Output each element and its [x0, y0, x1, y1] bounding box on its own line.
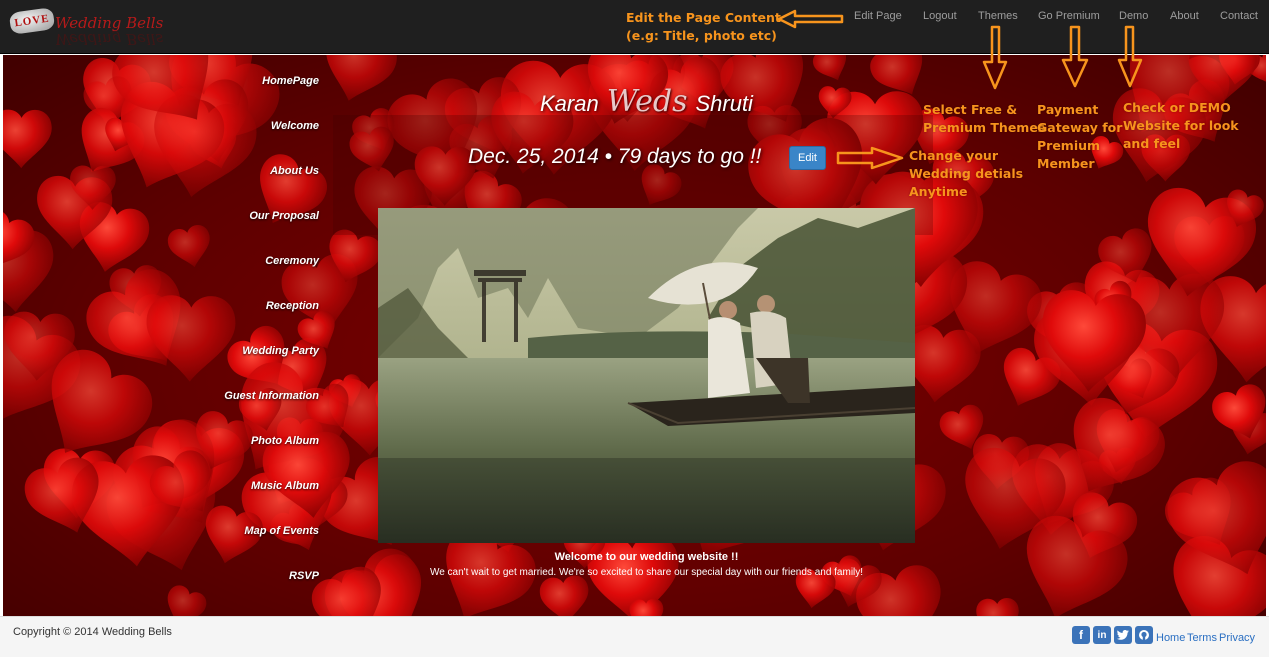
- annotation-premium-line3: Premium: [1037, 138, 1101, 153]
- annotation-demo-line1: Check or DEMO: [1123, 100, 1231, 115]
- nav-logout[interactable]: Logout: [923, 10, 957, 24]
- welcome-heading: Welcome to our wedding website !!: [554, 551, 739, 563]
- heart-decoration: [241, 147, 334, 239]
- side-menu-homepage[interactable]: HomePage: [262, 75, 319, 87]
- heart-decoration: [538, 574, 592, 616]
- annotation-edit-content: Edit the Page Content (e.g: Title, photo…: [626, 9, 781, 45]
- bride-name: Shruti: [695, 91, 753, 116]
- nav-about[interactable]: About: [1170, 10, 1199, 24]
- nav-go-premium[interactable]: Go Premium: [1038, 10, 1100, 24]
- page: LOVE Wedding Bells Wedding Bells Edit Pa…: [0, 0, 1269, 657]
- couple-photo: [378, 208, 915, 543]
- annotation-themes-line1: Select Free &: [923, 102, 1018, 117]
- brand-name-reflection: Wedding Bells: [55, 30, 164, 48]
- groom-name: Karan: [540, 91, 599, 116]
- side-menu-music-album[interactable]: Music Album: [251, 480, 319, 492]
- heart-decoration: [3, 109, 52, 169]
- annotation-details-line3: Anytime: [909, 184, 968, 199]
- footer-link-home[interactable]: Home: [1156, 632, 1185, 644]
- annotation-edit-content-line1: Edit the Page Content: [626, 10, 781, 25]
- side-menu-ceremony[interactable]: Ceremony: [265, 255, 319, 267]
- love-badge-icon: LOVE: [8, 7, 56, 35]
- side-menu-welcome[interactable]: Welcome: [271, 120, 319, 132]
- footer-link-terms[interactable]: Terms: [1187, 632, 1217, 644]
- annotation-premium-line2: Gateway for: [1037, 120, 1123, 135]
- linkedin-icon[interactable]: in: [1093, 626, 1111, 644]
- side-menu-our-proposal[interactable]: Our Proposal: [249, 210, 319, 222]
- annotation-premium: Payment Gateway for Premium Member: [1037, 101, 1122, 173]
- brand-logo[interactable]: LOVE Wedding Bells Wedding Bells: [8, 4, 163, 50]
- annotation-details-line2: Wedding detials: [909, 166, 1024, 181]
- welcome-message: We can't wait to get married. We're so e…: [429, 567, 864, 578]
- copyright-text: Copyright © 2014 Wedding Bells: [13, 626, 172, 638]
- heart-decoration: [145, 294, 237, 383]
- side-menu-about-us[interactable]: About Us: [270, 165, 319, 177]
- wedding-date-countdown: Dec. 25, 2014 • 79 days to go !!: [468, 145, 762, 168]
- annotation-edit-content-line2: (e.g: Title, photo etc): [626, 28, 777, 43]
- annotation-demo-line2: Website for look: [1123, 118, 1239, 133]
- couple-on-boat-image: [378, 208, 915, 543]
- annotation-themes-line2: Premium Themes: [923, 120, 1046, 135]
- heart-decoration: [809, 55, 854, 87]
- nav-contact[interactable]: Contact: [1220, 10, 1258, 24]
- nav-themes[interactable]: Themes: [978, 10, 1018, 24]
- annotation-themes: Select Free & Premium Themes: [923, 101, 1045, 137]
- nav-edit-page[interactable]: Edit Page: [854, 10, 902, 24]
- github-icon[interactable]: [1135, 626, 1153, 644]
- couple-title: Karan Weds Shruti: [540, 84, 753, 120]
- footer-link-privacy[interactable]: Privacy: [1219, 632, 1255, 644]
- annotation-details-line1: Change your: [909, 148, 998, 163]
- side-menu-map-of-events[interactable]: Map of Events: [244, 525, 319, 537]
- nav-demo[interactable]: Demo: [1119, 10, 1148, 24]
- love-badge-text: LOVE: [13, 12, 51, 30]
- side-menu-guest-information[interactable]: Guest Information: [224, 390, 319, 402]
- weds-script: Weds: [606, 84, 688, 119]
- annotation-premium-line1: Payment: [1037, 102, 1099, 117]
- footer: Copyright © 2014 Wedding Bells f in Home…: [0, 616, 1269, 657]
- heart-decoration: [314, 55, 402, 111]
- annotation-premium-line4: Member: [1037, 156, 1095, 171]
- facebook-icon[interactable]: f: [1072, 626, 1090, 644]
- heart-decoration: [975, 597, 1020, 616]
- side-menu-rsvp[interactable]: RSVP: [289, 570, 319, 582]
- edit-details-button[interactable]: Edit: [789, 146, 826, 170]
- side-menu-photo-album[interactable]: Photo Album: [251, 435, 319, 447]
- annotation-details: Change your Wedding detials Anytime: [909, 147, 1023, 201]
- annotation-demo: Check or DEMO Website for look and feel: [1123, 99, 1239, 153]
- heart-decoration: [158, 581, 210, 616]
- heart-decoration: [165, 222, 216, 272]
- side-menu-wedding-party[interactable]: Wedding Party: [242, 345, 319, 357]
- twitter-icon[interactable]: [1114, 626, 1132, 644]
- annotation-demo-line3: and feel: [1123, 136, 1181, 151]
- side-menu-reception[interactable]: Reception: [266, 300, 319, 312]
